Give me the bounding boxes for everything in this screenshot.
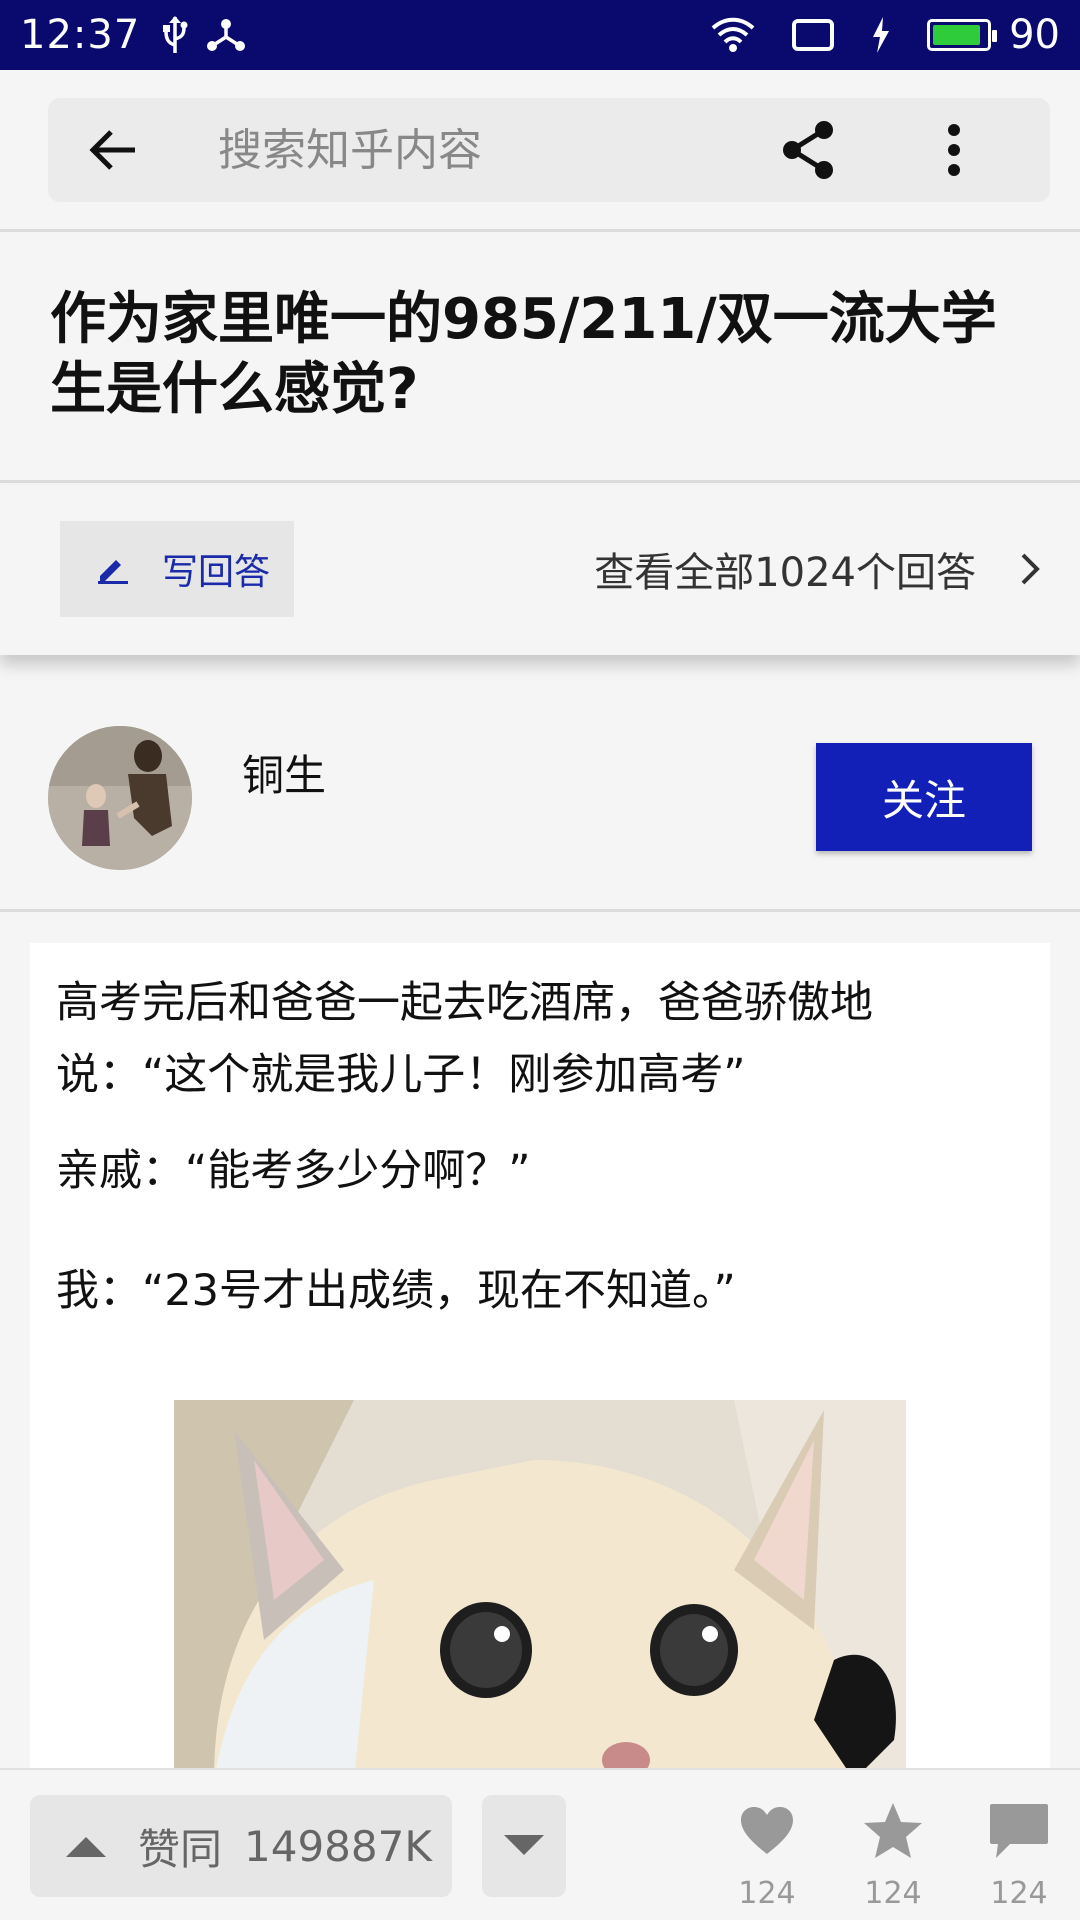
share-node-icon — [206, 17, 246, 53]
view-all-answers-link[interactable]: 查看全部1024个回答 — [594, 521, 1040, 617]
arrow-left-icon — [89, 130, 135, 170]
heart-icon — [722, 1800, 812, 1862]
favorite-action[interactable]: 124 — [848, 1800, 938, 1911]
charging-icon — [871, 17, 891, 53]
write-answer-button[interactable]: 写回答 — [60, 521, 294, 617]
paragraph: 高考完后和爸爸一起去吃酒席，爸爸骄傲地说：“这个就是我儿子！刚参加高考” — [56, 978, 873, 1100]
downvote-button[interactable] — [482, 1795, 566, 1897]
comment-icon — [974, 1800, 1064, 1862]
triangle-up-icon — [64, 1833, 108, 1859]
app-bar — [0, 70, 1080, 232]
status-time: 12:37 — [20, 12, 141, 58]
wifi-icon — [711, 16, 755, 54]
share-icon — [783, 121, 833, 179]
battery-percent: 90 — [1009, 12, 1060, 58]
battery-icon — [927, 19, 998, 51]
write-answer-label: 写回答 — [162, 552, 271, 593]
avatar[interactable] — [48, 726, 192, 870]
author-name[interactable]: 铜生 — [242, 742, 326, 803]
question-title[interactable]: 作为家里唯一的985/211/双一流大学生是什么感觉? — [50, 285, 1040, 425]
paragraph: 我：“23号才出成绩，现在不知道。” — [56, 1266, 736, 1316]
like-action[interactable]: 124 — [722, 1800, 812, 1911]
bottom-action-bar: 赞同 149887K 124 124 124 — [0, 1768, 1080, 1920]
status-bar: 12:37 90 — [0, 0, 1080, 70]
more-options-button[interactable] — [948, 120, 960, 184]
search-bar[interactable] — [48, 98, 1050, 202]
battery-level-fill — [933, 25, 980, 45]
view-all-answers-label: 查看全部1024个回答 — [594, 550, 976, 596]
search-input[interactable] — [218, 124, 778, 176]
author-row: 铜生 关注 — [0, 690, 1080, 912]
like-count: 124 — [738, 1876, 796, 1911]
triangle-down-icon — [504, 1835, 544, 1855]
comment-action[interactable]: 124 — [974, 1800, 1064, 1911]
follow-button[interactable]: 关注 — [816, 743, 1032, 851]
upvote-count: 149887K — [244, 1821, 432, 1871]
comment-count: 124 — [990, 1876, 1048, 1911]
upvote-button[interactable]: 赞同 149887K — [30, 1795, 452, 1897]
paragraph: 亲戚：“能考多少分啊？” — [56, 1146, 531, 1196]
answer-content[interactable]: 高考完后和爸爸一起去吃酒席，爸爸骄傲地说：“这个就是我儿子！刚参加高考” 亲戚：… — [30, 943, 1050, 1773]
usb-icon — [162, 15, 188, 55]
question-actions: 写回答 查看全部1024个回答 — [0, 485, 1080, 655]
back-button[interactable] — [48, 98, 178, 202]
screen-icon — [791, 18, 835, 52]
upvote-label: 赞同 — [138, 1824, 223, 1874]
chevron-right-icon — [1020, 552, 1040, 586]
pencil-icon — [98, 554, 128, 584]
cat-image[interactable] — [174, 1400, 906, 1773]
question-header: 作为家里唯一的985/211/双一流大学生是什么感觉? — [0, 235, 1080, 483]
more-vertical-icon — [948, 124, 960, 176]
star-icon — [848, 1800, 938, 1862]
share-button[interactable] — [778, 120, 838, 184]
favorite-count: 124 — [864, 1876, 922, 1911]
